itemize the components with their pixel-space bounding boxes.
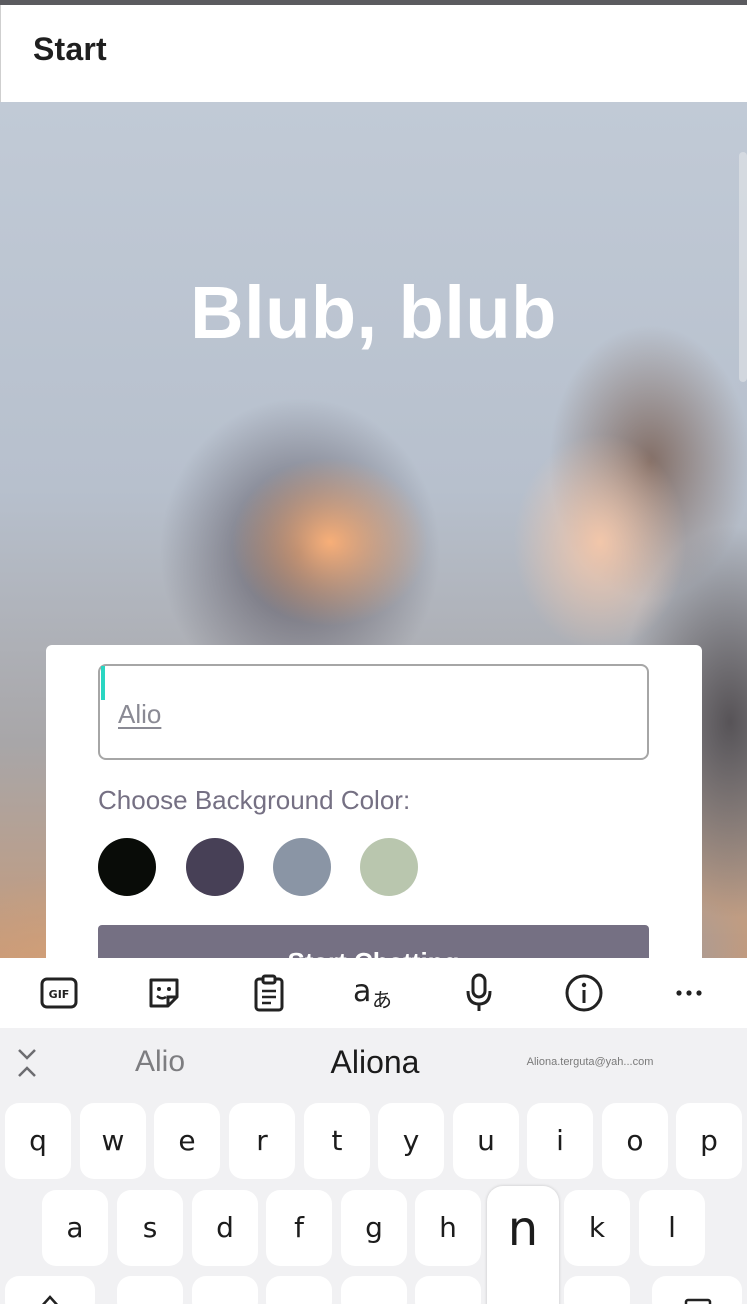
suggestion-1[interactable]: Alio xyxy=(100,1028,220,1098)
suggestion-3[interactable]: Aliona.terguta@yah...com xyxy=(510,1028,670,1098)
key-u[interactable]: u xyxy=(453,1103,519,1179)
key-n-pressed-popup[interactable]: n xyxy=(487,1186,559,1304)
clipboard-icon[interactable] xyxy=(245,970,293,1016)
key-l[interactable]: l xyxy=(639,1190,705,1266)
translate-icon[interactable]: aあ xyxy=(350,970,398,1016)
svg-text:GIF: GIF xyxy=(49,988,70,1001)
key-e[interactable]: e xyxy=(154,1103,220,1179)
app-bar-title: Start xyxy=(33,31,107,67)
suggestion-2[interactable]: Aliona xyxy=(295,1028,455,1098)
start-form-card: Alio Choose Background Color: Start Chat… xyxy=(46,645,702,958)
start-chatting-button[interactable]: Start Chatting xyxy=(98,925,649,958)
hero-background-image: Blub, blub Alio Choose Background Color:… xyxy=(0,102,747,958)
color-option-green[interactable] xyxy=(360,838,418,896)
name-input[interactable]: Alio xyxy=(98,664,649,760)
key-f[interactable]: f xyxy=(266,1190,332,1266)
key-b[interactable] xyxy=(415,1276,481,1304)
color-option-purple[interactable] xyxy=(186,838,244,896)
app-bar: Start xyxy=(0,5,747,102)
svg-text:a: a xyxy=(353,975,371,1009)
collapse-suggestions-icon[interactable] xyxy=(12,1046,42,1080)
key-g[interactable]: g xyxy=(341,1190,407,1266)
key-x[interactable] xyxy=(192,1276,258,1304)
color-option-black[interactable] xyxy=(98,838,156,896)
name-input-value: Alio xyxy=(118,699,162,729)
key-i[interactable]: i xyxy=(527,1103,593,1179)
key-r[interactable]: r xyxy=(229,1103,295,1179)
key-s[interactable]: s xyxy=(117,1190,183,1266)
key-p[interactable]: p xyxy=(676,1103,742,1179)
key-d[interactable]: d xyxy=(192,1190,258,1266)
key-c[interactable] xyxy=(266,1276,332,1304)
suggestion-bar: Alio Aliona Aliona.terguta@yah...com xyxy=(0,1028,747,1098)
app-title: Blub, blub xyxy=(190,271,557,354)
backspace-key[interactable] xyxy=(652,1276,742,1304)
background-color-label: Choose Background Color: xyxy=(98,785,411,815)
shift-key[interactable] xyxy=(5,1276,95,1304)
key-k[interactable]: k xyxy=(564,1190,630,1266)
info-icon[interactable] xyxy=(560,970,608,1016)
more-icon[interactable] xyxy=(665,970,713,1016)
key-z[interactable] xyxy=(117,1276,183,1304)
key-y[interactable]: y xyxy=(378,1103,444,1179)
key-t[interactable]: t xyxy=(304,1103,370,1179)
key-v[interactable] xyxy=(341,1276,407,1304)
gif-icon[interactable]: GIF xyxy=(35,970,83,1016)
key-m[interactable] xyxy=(564,1276,630,1304)
key-w[interactable]: w xyxy=(80,1103,146,1179)
sticker-icon[interactable] xyxy=(140,970,188,1016)
keyboard-keys: q w e r t y u i o p a s d f g h n k l xyxy=(0,1098,747,1304)
keyboard-toolbar: GIF aあ xyxy=(0,958,747,1028)
key-o[interactable]: o xyxy=(602,1103,668,1179)
key-a[interactable]: a xyxy=(42,1190,108,1266)
text-cursor xyxy=(101,666,105,700)
color-option-blue-grey[interactable] xyxy=(273,838,331,896)
key-q[interactable]: q xyxy=(5,1103,71,1179)
svg-text:あ: あ xyxy=(372,988,392,1011)
microphone-icon[interactable] xyxy=(455,970,503,1016)
key-h[interactable]: h xyxy=(415,1190,481,1266)
